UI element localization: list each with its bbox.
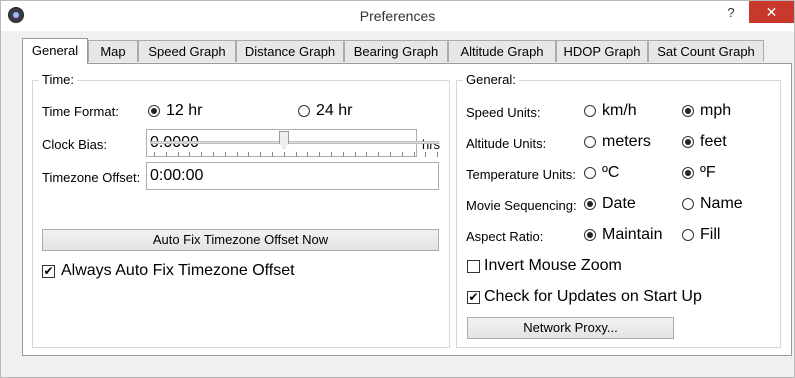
speed-mph-radio[interactable] <box>682 105 694 117</box>
time-group-title: Time: <box>39 72 78 87</box>
speed-kmh-radio[interactable] <box>584 105 596 117</box>
slider-tick <box>260 152 262 157</box>
tab-bearing-graph[interactable]: Bearing Graph <box>344 40 448 62</box>
movie-name-label: Name <box>700 195 743 212</box>
tab-map[interactable]: Map <box>88 40 138 62</box>
temperature-f-radio[interactable] <box>682 167 694 179</box>
invert-mouse-zoom-checkbox[interactable] <box>467 260 480 273</box>
slider-tick <box>401 152 403 157</box>
timezone-slider-ticks <box>154 152 439 158</box>
slider-tick <box>272 152 273 157</box>
check-updates-label: Check for Updates on Start Up <box>484 288 702 305</box>
slider-tick <box>354 152 356 157</box>
slider-tick <box>283 152 285 157</box>
slider-tick <box>319 152 321 157</box>
auto-fix-timezone-button[interactable]: Auto Fix Timezone Offset Now <box>42 229 439 251</box>
time-format-12hr-label: 12 hr <box>166 102 203 119</box>
temperature-c-label: ºC <box>602 164 620 181</box>
check-updates-checkbox[interactable]: ✔ <box>467 291 480 304</box>
temperature-c-radio[interactable] <box>584 167 596 179</box>
slider-tick <box>366 152 368 157</box>
aspect-fill-radio[interactable] <box>682 229 694 241</box>
help-button[interactable]: ? <box>723 5 739 23</box>
time-format-12hr-radio[interactable] <box>148 105 160 117</box>
temperature-f-label: ºF <box>700 164 716 181</box>
slider-tick <box>201 152 203 157</box>
slider-tick <box>390 152 391 157</box>
invert-mouse-zoom-label: Invert Mouse Zoom <box>484 257 622 274</box>
slider-tick <box>154 152 155 157</box>
time-format-24hr-label: 24 hr <box>316 102 353 119</box>
title-bar: Preferences ? ✕ <box>1 1 794 31</box>
speed-units-label: Speed Units: <box>466 105 541 120</box>
slider-tick <box>413 152 415 157</box>
slider-tick <box>331 152 332 157</box>
slider-tick <box>295 152 297 157</box>
general-group-title: General: <box>463 72 519 87</box>
always-auto-fix-checkbox[interactable]: ✔ <box>42 265 55 278</box>
timezone-offset-label: Timezone Offset: <box>42 170 141 185</box>
slider-tick <box>165 152 167 157</box>
speed-kmh-label: km/h <box>602 102 637 119</box>
slider-tick <box>378 152 380 157</box>
temperature-units-label: Temperature Units: <box>466 167 576 182</box>
aspect-fill-label: Fill <box>700 226 721 243</box>
timezone-offset-input[interactable]: 0:00:00 <box>146 162 439 190</box>
slider-tick <box>236 152 238 157</box>
tab-distance-graph[interactable]: Distance Graph <box>236 40 344 62</box>
movie-date-label: Date <box>602 195 636 212</box>
slider-tick <box>248 152 250 157</box>
altitude-feet-radio[interactable] <box>682 136 694 148</box>
clock-bias-label: Clock Bias: <box>42 137 108 152</box>
time-group: Time: <box>32 72 450 348</box>
time-format-24hr-radio[interactable] <box>298 105 310 117</box>
general-group: General: <box>456 72 781 348</box>
always-auto-fix-label: Always Auto Fix Timezone Offset <box>61 262 295 279</box>
movie-sequencing-label: Movie Sequencing: <box>466 198 577 213</box>
slider-tick <box>213 152 214 157</box>
altitude-feet-label: feet <box>700 133 727 150</box>
altitude-meters-radio[interactable] <box>584 136 596 148</box>
network-proxy-button[interactable]: Network Proxy... <box>467 317 674 339</box>
timezone-slider-track[interactable] <box>151 141 439 144</box>
slider-tick <box>425 152 427 157</box>
close-button[interactable]: ✕ <box>749 1 794 23</box>
slider-tick <box>224 152 226 157</box>
movie-name-radio[interactable] <box>682 198 694 210</box>
slider-tick <box>437 152 439 157</box>
window-title: Preferences <box>359 8 436 24</box>
slider-tick <box>189 152 191 157</box>
time-format-label: Time Format: <box>42 104 119 119</box>
slider-tick <box>177 152 179 157</box>
altitude-meters-label: meters <box>602 133 651 150</box>
tab-general[interactable]: General <box>22 38 88 64</box>
speed-mph-label: mph <box>700 102 732 119</box>
slider-tick <box>307 152 309 157</box>
preferences-window: Preferences ? ✕ General Map Speed Graph … <box>0 0 795 378</box>
movie-date-radio[interactable] <box>584 198 596 210</box>
aspect-ratio-label: Aspect Ratio: <box>466 229 544 244</box>
slider-tick <box>342 152 344 157</box>
aspect-maintain-radio[interactable] <box>584 229 596 241</box>
clock-bias-unit: hrs <box>422 137 441 152</box>
tab-altitude-graph[interactable]: Altitude Graph <box>448 40 556 62</box>
aspect-maintain-label: Maintain <box>602 226 663 243</box>
tab-sat-count-graph[interactable]: Sat Count Graph <box>648 40 764 62</box>
altitude-units-label: Altitude Units: <box>466 136 547 151</box>
tab-speed-graph[interactable]: Speed Graph <box>138 40 236 62</box>
tab-hdop-graph[interactable]: HDOP Graph <box>556 40 648 62</box>
